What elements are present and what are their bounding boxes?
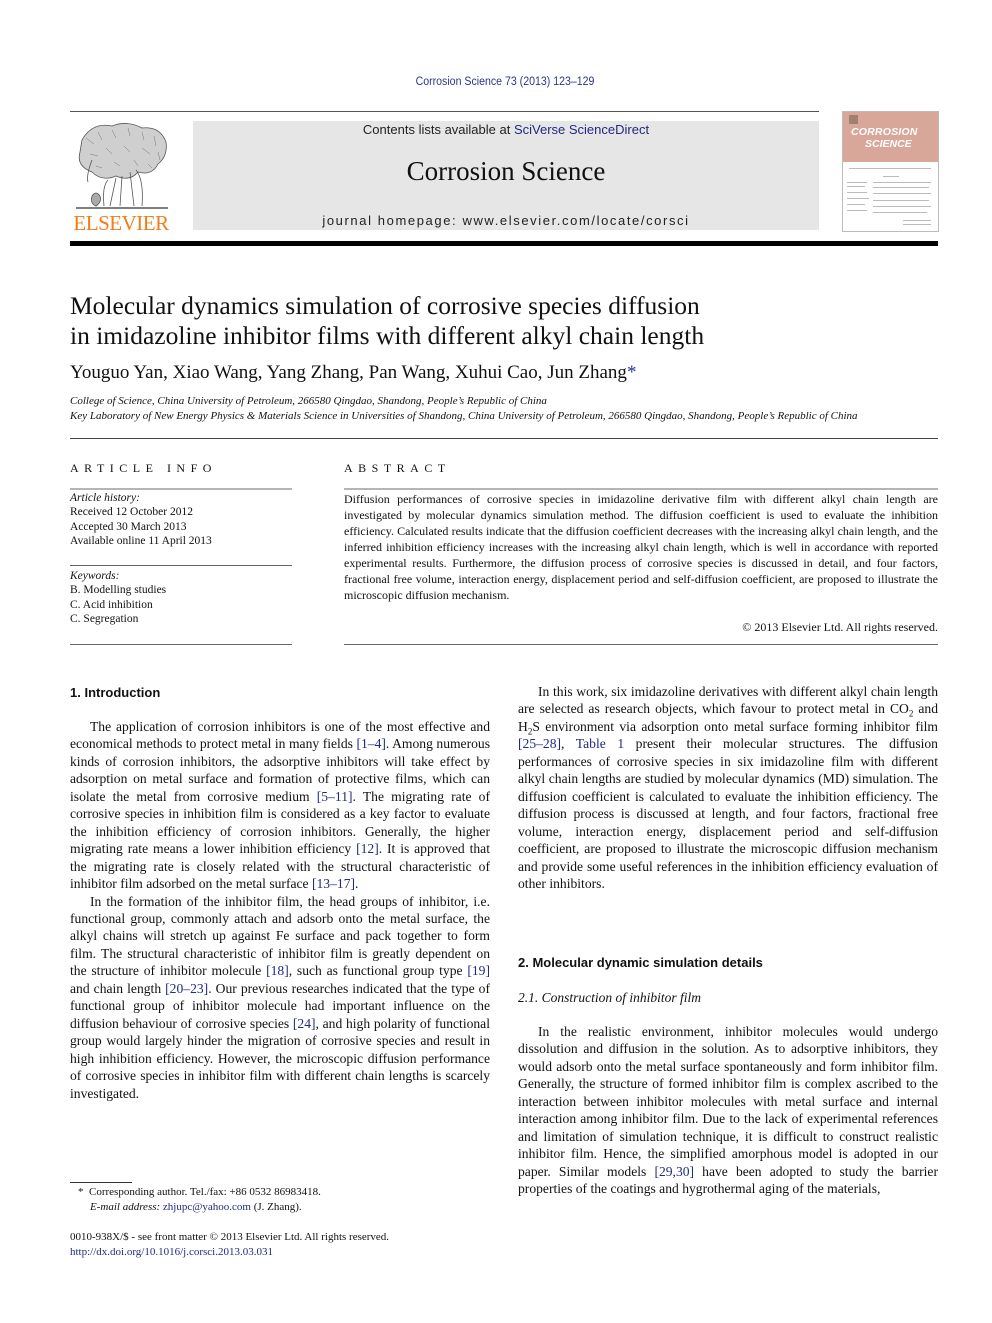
elsevier-tree-icon (76, 123, 168, 209)
article-title-line2: in imidazoline inhibitor films with diff… (70, 321, 705, 350)
subsection-heading-construction: 2.1. Construction of inhibitor film (518, 990, 702, 1005)
abstract-rule (344, 488, 938, 490)
cover-text-line (873, 200, 929, 201)
reference-link[interactable]: [13–17] (312, 876, 355, 891)
affiliation-rule (70, 438, 938, 439)
cover-text-line (873, 187, 929, 188)
cover-text-line (873, 193, 931, 194)
text: , (561, 736, 576, 752)
header-rule (70, 111, 819, 112)
contents-line: Contents lists available at SciVerse Sci… (193, 122, 819, 137)
cover-logo-icon (849, 115, 858, 124)
section-heading-introduction: 1. Introduction (70, 685, 161, 700)
journal-cover-thumbnail[interactable]: CORROSION SCIENCE (842, 111, 939, 232)
abstract-text: Diffusion performances of corrosive spec… (344, 492, 938, 602)
cover-text-line (847, 186, 865, 187)
article-info-rule (70, 644, 292, 645)
text: In the realistic environment, inhibitor … (518, 1024, 938, 1179)
article-info-heading: ARTICLE INFO (70, 461, 217, 475)
journal-banner: Contents lists available at SciVerse Sci… (193, 121, 819, 230)
journal-title: Corrosion Science (406, 156, 606, 186)
reference-link[interactable]: [18] (266, 963, 289, 978)
article-info-rule (70, 488, 292, 490)
text: S environment via adsorption onto metal … (532, 718, 938, 734)
abstract-copyright: © 2013 Elsevier Ltd. All rights reserved… (742, 620, 938, 634)
table-link[interactable]: Table 1 (576, 736, 624, 751)
paragraph: The application of corrosion inhibitors … (70, 718, 490, 893)
journal-homepage-link[interactable]: journal homepage: www.elsevier.com/locat… (193, 213, 819, 228)
reference-link[interactable]: [19] (467, 963, 490, 978)
authors-text: Youguo Yan, Xiao Wang, Yang Zhang, Pan W… (70, 362, 627, 383)
article-info-rule (70, 565, 292, 566)
doi-link[interactable]: http://dx.doi.org/10.1016/j.corsci.2013.… (70, 1245, 273, 1260)
cover-text-line (873, 212, 927, 213)
body-column-right-continued: In the realistic environment, inhibitor … (518, 1023, 938, 1198)
email-link[interactable]: zhjupc@yahoo.com (163, 1201, 251, 1213)
abstract-heading: ABSTRACT (344, 461, 451, 475)
footnote-marker: * (78, 1186, 84, 1198)
journal-citation-link[interactable]: Corrosion Science 73 (2013) 123–129 (40, 76, 969, 88)
cover-title-line1: CORROSION (851, 126, 918, 138)
contents-prefix: Contents lists available at (362, 122, 514, 137)
abstract-rule (344, 644, 938, 645)
cover-text-line (847, 204, 865, 205)
cover-text-line (847, 192, 867, 193)
paragraph: In the realistic environment, inhibitor … (518, 1023, 938, 1198)
reference-link[interactable]: [24] (293, 1016, 316, 1031)
footnote-corresponding: * Corresponding author. Tel./fax: +86 05… (78, 1185, 321, 1200)
sciencedirect-link[interactable]: SciVerse ScienceDirect (514, 122, 649, 137)
keywords-label: Keywords: (70, 570, 120, 582)
corresponding-author-marker[interactable]: * (627, 362, 637, 383)
footnote-rule (70, 1182, 132, 1183)
text: In this work, six imidazoline derivative… (518, 684, 938, 717)
paragraph: In this work, six imidazoline derivative… (518, 683, 938, 892)
cover-text-line (903, 224, 931, 225)
cover-text-line (847, 182, 867, 183)
reference-link[interactable]: [20–23] (165, 981, 208, 996)
keywords: Keywords: B. Modelling studies C. Acid i… (70, 569, 166, 626)
body-column-left: The application of corrosion inhibitors … (70, 718, 490, 1102)
text: and chain length (70, 980, 166, 996)
elsevier-logo[interactable]: ELSEVIER (70, 120, 172, 235)
reference-link[interactable]: [1–4] (356, 736, 385, 751)
email-suffix: (J. Zhang). (250, 1201, 302, 1213)
cover-text-line (903, 220, 931, 221)
cover-text-line (847, 198, 869, 199)
body-column-right: In this work, six imidazoline derivative… (518, 683, 938, 892)
footnote-email: E-mail address: zhjupc@yahoo.com (J. Zha… (90, 1200, 302, 1215)
history-online: Available online 11 April 2013 (70, 534, 212, 547)
cover-title-line2: SCIENCE (865, 138, 912, 150)
cover-text-line (873, 206, 931, 207)
text: , such as functional group type (288, 963, 468, 979)
text: . (355, 876, 359, 892)
keyword-item: B. Modelling studies (70, 584, 167, 597)
history-received: Received 12 October 2012 (70, 506, 193, 519)
header-thick-rule (70, 241, 938, 246)
cover-text-line (849, 168, 931, 169)
paragraph: In the formation of the inhibitor film, … (70, 893, 490, 1102)
issn-line: 0010-938X/$ - see front matter © 2013 El… (70, 1231, 390, 1243)
article-history: Article history: Received 12 October 201… (70, 491, 212, 548)
reference-link[interactable]: [5–11] (317, 789, 353, 804)
elsevier-logo-text: ELSEVIER (73, 211, 169, 235)
cover-text-line (847, 210, 867, 211)
section-heading-simulation-details: 2. Molecular dynamic simulation details (518, 955, 763, 970)
reference-link[interactable]: [29,30] (654, 1164, 694, 1179)
affiliation: College of Science, China University of … (70, 395, 547, 407)
author-list: Youguo Yan, Xiao Wang, Yang Zhang, Pan W… (70, 362, 636, 384)
article-title: Molecular dynamics simulation of corrosi… (70, 291, 930, 351)
cover-text-line (873, 182, 931, 183)
text: present their molecular structures. The … (518, 736, 938, 891)
keyword-item: C. Acid inhibition (70, 598, 153, 611)
email-label: E-mail address: (90, 1201, 161, 1213)
footnote-text: Corresponding author. Tel./fax: +86 0532… (89, 1186, 321, 1198)
reference-link[interactable]: [25–28] (518, 736, 561, 751)
history-accepted: Accepted 30 March 2013 (70, 520, 187, 533)
history-label: Article history: (70, 492, 140, 504)
article-title-line1: Molecular dynamics simulation of corrosi… (70, 291, 700, 320)
keyword-item: C. Segregation (70, 612, 139, 625)
reference-link[interactable]: [12] (356, 841, 379, 856)
affiliation: Key Laboratory of New Energy Physics & M… (70, 410, 858, 422)
cover-text-line (883, 176, 899, 177)
